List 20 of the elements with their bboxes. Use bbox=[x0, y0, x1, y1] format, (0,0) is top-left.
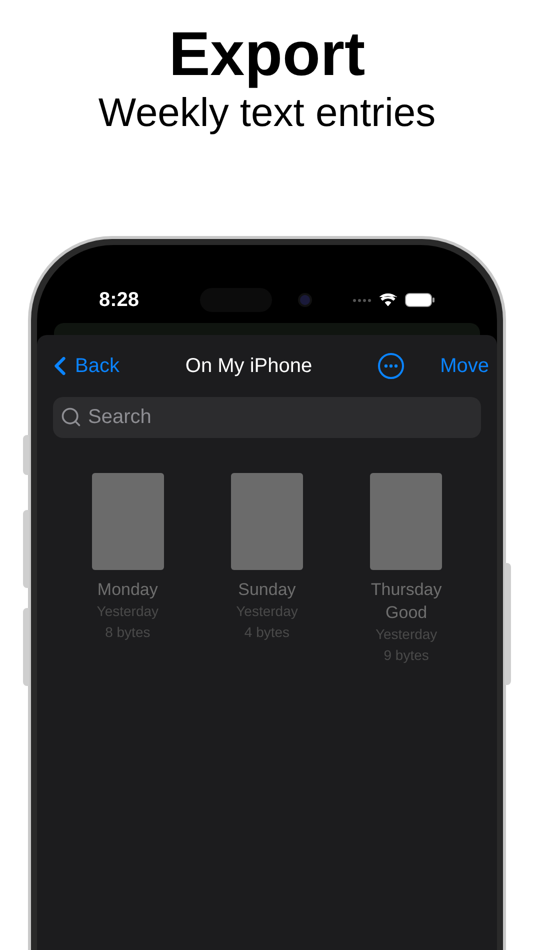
wifi-icon bbox=[379, 293, 397, 307]
status-time: 8:28 bbox=[99, 288, 140, 313]
more-icon bbox=[384, 364, 398, 368]
search-field[interactable]: Search bbox=[53, 397, 481, 438]
search-icon bbox=[60, 406, 82, 428]
signal-icon bbox=[353, 298, 371, 302]
battery-icon bbox=[405, 293, 435, 307]
more-button[interactable] bbox=[378, 353, 404, 379]
file-name: Sunday bbox=[237, 579, 297, 601]
file-thumbnail[interactable] bbox=[370, 473, 442, 570]
move-button[interactable]: Move bbox=[440, 351, 489, 381]
camera-icon bbox=[298, 293, 312, 307]
file-name: Thursday Good bbox=[370, 579, 443, 624]
nav-title: On My iPhone bbox=[184, 354, 314, 379]
back-button[interactable]: Back bbox=[45, 351, 120, 381]
headline-title: Export bbox=[168, 20, 366, 90]
file-thumbnail[interactable] bbox=[92, 473, 164, 570]
headline-subtitle: Weekly text entries bbox=[98, 90, 436, 136]
file-thumbnail[interactable] bbox=[230, 473, 303, 570]
file-name: Monday bbox=[96, 579, 159, 601]
